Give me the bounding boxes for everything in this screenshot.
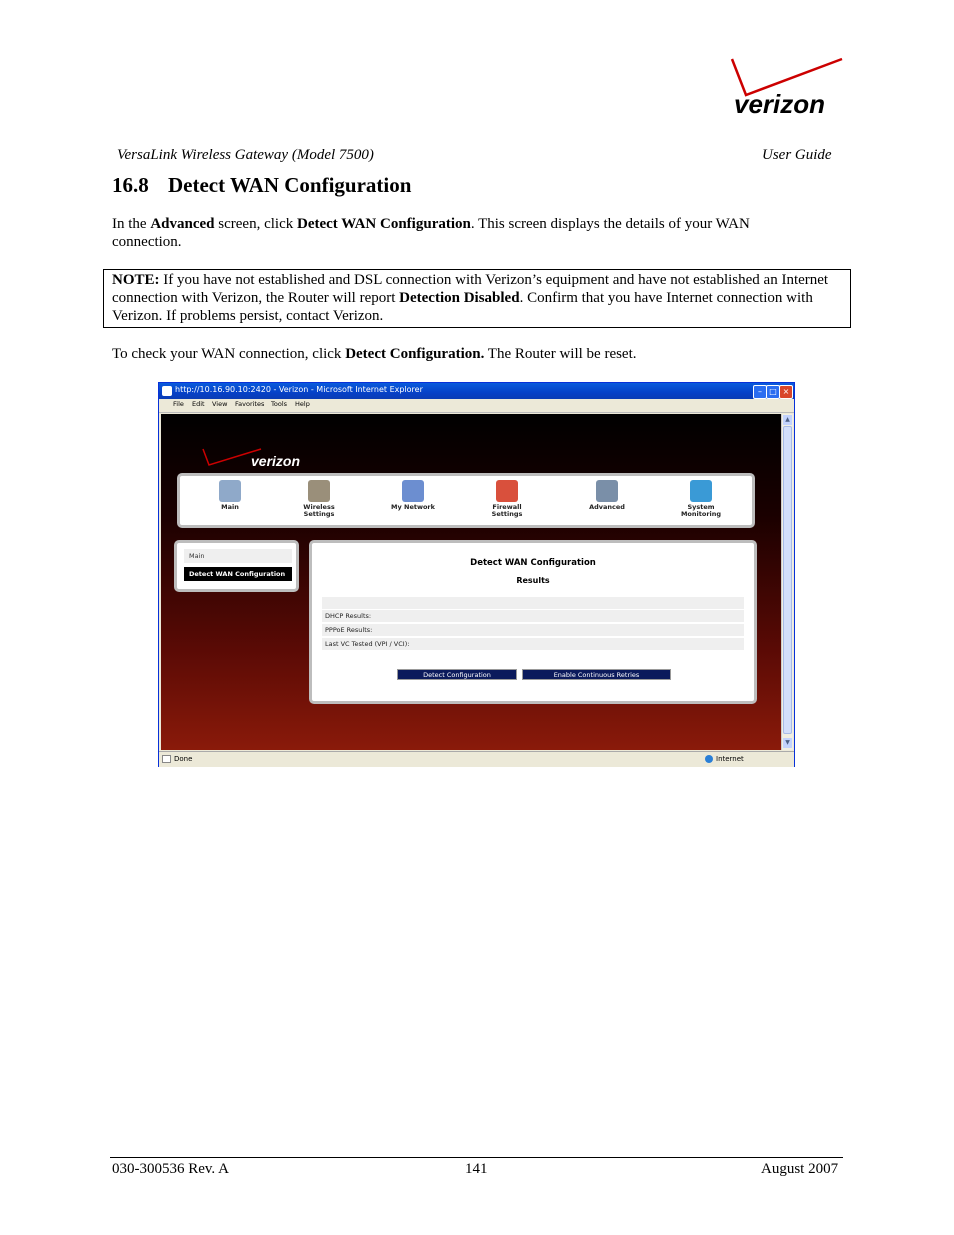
last-vc-row: Last VC Tested (VPI / VCI): bbox=[322, 638, 744, 651]
browser-statusbar: Done Internet bbox=[159, 751, 794, 767]
nav-advanced[interactable]: Advanced bbox=[567, 480, 647, 511]
menu-edit[interactable]: Edit bbox=[192, 400, 205, 408]
scroll-up-icon[interactable]: ▲ bbox=[783, 415, 792, 425]
router-side-menu: Main Detect WAN Configuration bbox=[174, 540, 299, 592]
note-text: NOTE: If you have not established and DS… bbox=[112, 272, 829, 324]
browser-window: http://10.16.90.10:2420 - Verizon - Micr… bbox=[158, 382, 795, 767]
detect-wan-panel: Detect WAN Configuration Results DHCP Re… bbox=[309, 540, 757, 704]
verizon-logo: verizon bbox=[730, 57, 843, 119]
internet-zone-icon bbox=[705, 755, 713, 763]
side-item-main[interactable]: Main bbox=[184, 549, 292, 563]
close-icon[interactable]: × bbox=[779, 385, 793, 399]
menu-view[interactable]: View bbox=[212, 400, 227, 408]
menu-help[interactable]: Help bbox=[295, 400, 310, 408]
browser-title: http://10.16.90.10:2420 - Verizon - Micr… bbox=[175, 385, 423, 394]
main-icon bbox=[219, 480, 241, 502]
router-verizon-logo: verizon bbox=[202, 448, 300, 469]
pppoe-results-row: PPPoE Results: bbox=[322, 624, 744, 637]
wireless-icon bbox=[308, 480, 330, 502]
section-title: Detect WAN Configuration bbox=[168, 173, 412, 197]
intro-paragraph: In the Advanced screen, click Detect WAN… bbox=[112, 216, 750, 250]
nav-my-network[interactable]: My Network bbox=[373, 480, 453, 511]
minimize-icon[interactable]: – bbox=[753, 385, 767, 399]
status-text: Done bbox=[174, 755, 193, 763]
svg-text:verizon: verizon bbox=[734, 89, 825, 119]
maximize-icon[interactable]: □ bbox=[766, 385, 780, 399]
footer-rule bbox=[110, 1157, 843, 1158]
side-item-detect-wan[interactable]: Detect WAN Configuration bbox=[184, 567, 292, 581]
advanced-icon bbox=[596, 480, 618, 502]
doc-header-guide: User Guide bbox=[762, 147, 832, 163]
dhcp-results-row: DHCP Results: bbox=[322, 610, 744, 623]
footer-doc-number: 030-300536 Rev. A bbox=[112, 1161, 229, 1177]
panel-title: Detect WAN Configuration bbox=[470, 558, 596, 568]
footer-page-number: 141 bbox=[465, 1161, 488, 1177]
page-icon bbox=[162, 755, 171, 763]
nav-system-monitoring[interactable]: System Monitoring bbox=[661, 480, 741, 518]
monitor-icon bbox=[690, 480, 712, 502]
enable-continuous-retries-button[interactable]: Enable Continuous Retries bbox=[522, 669, 671, 680]
firewall-icon bbox=[496, 480, 518, 502]
menu-favorites[interactable]: Favorites bbox=[235, 400, 264, 408]
security-zone: Internet bbox=[716, 755, 744, 763]
router-page: verizon Main Wireless Settings My Networ… bbox=[161, 414, 781, 750]
network-icon bbox=[402, 480, 424, 502]
router-nav-bar: Main Wireless Settings My Network Firewa… bbox=[177, 473, 755, 528]
instruction-paragraph: To check your WAN connection, click Dete… bbox=[112, 346, 637, 362]
nav-firewall-settings[interactable]: Firewall Settings bbox=[467, 480, 547, 518]
section-number: 16.8 bbox=[112, 173, 149, 197]
browser-titlebar: http://10.16.90.10:2420 - Verizon - Micr… bbox=[159, 383, 794, 399]
footer-date: August 2007 bbox=[761, 1161, 839, 1177]
nav-main[interactable]: Main bbox=[190, 480, 270, 511]
svg-text:verizon: verizon bbox=[251, 453, 300, 469]
menu-tools[interactable]: Tools bbox=[271, 400, 287, 408]
detect-configuration-button[interactable]: Detect Configuration bbox=[397, 669, 517, 680]
scroll-thumb[interactable] bbox=[783, 426, 792, 734]
scroll-down-icon[interactable]: ▼ bbox=[783, 738, 792, 748]
ie-icon bbox=[162, 386, 172, 396]
doc-header-product: VersaLink Wireless Gateway (Model 7500) bbox=[117, 147, 374, 163]
vertical-scrollbar[interactable]: ▲ ▼ bbox=[781, 414, 793, 750]
section-heading: 16.8 Detect WAN Configuration bbox=[112, 173, 411, 198]
results-row bbox=[322, 597, 744, 610]
panel-subtitle: Results bbox=[516, 576, 550, 585]
nav-wireless-settings[interactable]: Wireless Settings bbox=[279, 480, 359, 518]
menu-file[interactable]: File bbox=[173, 400, 184, 408]
browser-menubar: File Edit View Favorites Tools Help bbox=[159, 399, 794, 427]
